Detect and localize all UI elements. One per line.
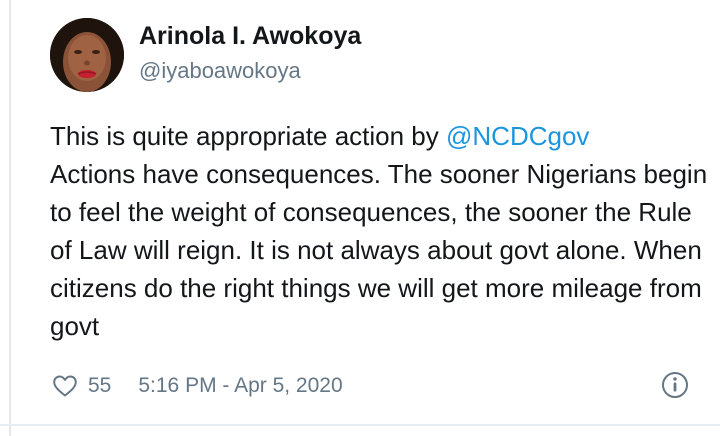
avatar-photo bbox=[50, 18, 124, 92]
tweet-text-part: This is quite appropriate action by bbox=[50, 121, 446, 151]
heart-outline-icon[interactable] bbox=[50, 371, 80, 401]
author-display-name[interactable]: Arinola I. Awokoya bbox=[139, 22, 361, 51]
tweet-text-part: Actions have consequences. The sooner Ni… bbox=[50, 159, 708, 341]
tweet-timestamp[interactable]: 5:16 PM - Apr 5, 2020 bbox=[138, 374, 342, 398]
timeline-thread-line bbox=[9, 0, 11, 436]
mention-link[interactable]: @NCDCgov bbox=[446, 121, 589, 151]
tweet-footer: 55 5:16 PM - Apr 5, 2020 bbox=[50, 368, 690, 404]
avatar[interactable] bbox=[50, 18, 124, 92]
author-handle[interactable]: @iyaboawokoya bbox=[139, 58, 301, 84]
info-circle-icon[interactable] bbox=[660, 370, 690, 400]
tweet-text: This is quite appropriate action by @NCD… bbox=[50, 117, 710, 345]
divider bbox=[0, 424, 720, 426]
like-count: 55 bbox=[88, 374, 112, 397]
